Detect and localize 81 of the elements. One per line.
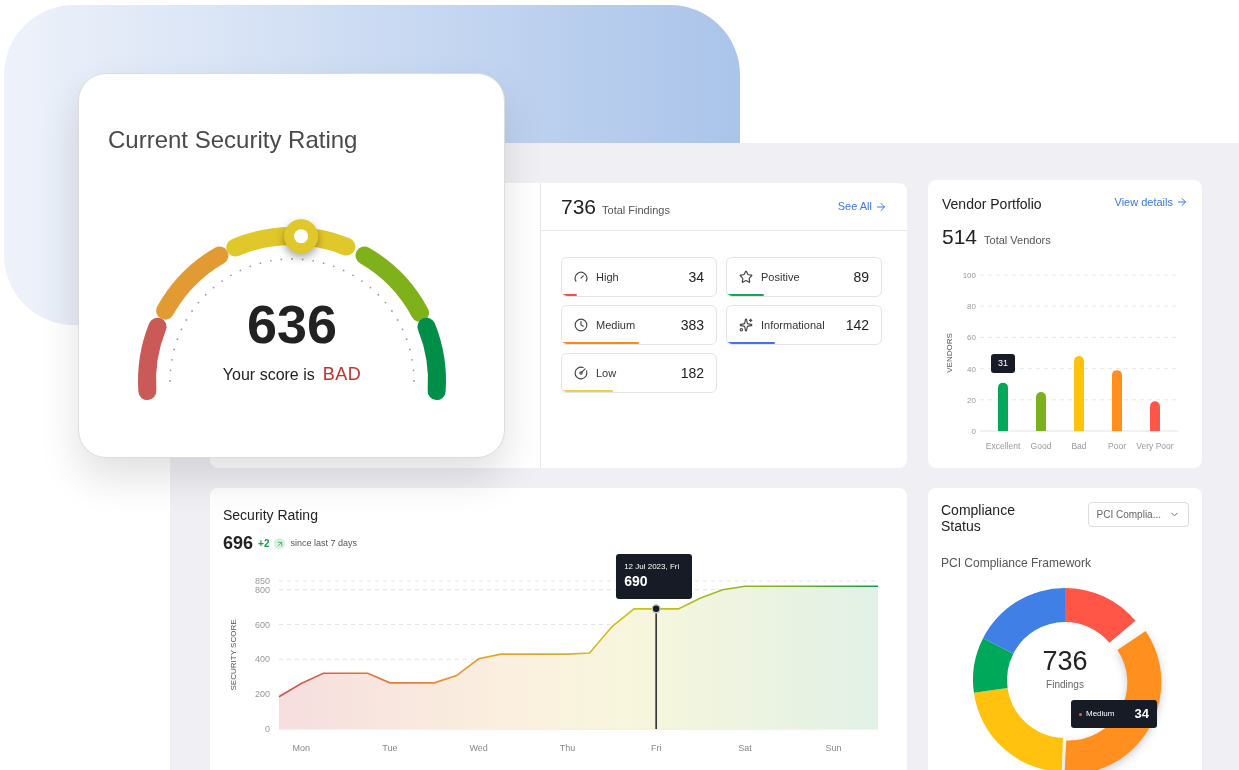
finding-count: 383 (680, 315, 704, 335)
finding-item[interactable]: Positive 89 (726, 257, 882, 297)
vendor-total: 514 (942, 224, 978, 250)
arrow-icon (875, 200, 887, 213)
finding-label: Medium (596, 317, 637, 333)
tooltip-label: Medium (1086, 708, 1116, 720)
findings-total: 736 (561, 193, 597, 220)
vendor-bar[interactable] (1112, 369, 1122, 431)
finding-label: Positive (761, 269, 801, 285)
sparkle-icon (739, 318, 753, 332)
finding-item[interactable]: High 34 (561, 257, 717, 297)
finding-count: 89 (853, 267, 869, 287)
axis-label: SECURITY SCORE (229, 619, 238, 691)
category-label: Very Poor (1136, 440, 1174, 451)
rating-score: 696 (223, 532, 254, 555)
axis-tick: 100 (962, 270, 976, 280)
finding-label: High (596, 269, 620, 285)
vendor-bar[interactable] (1074, 355, 1084, 431)
axis-tick: 20 (967, 395, 976, 405)
compliance-title: Compliance Status (941, 502, 1016, 534)
vendor-title: Vendor Portfolio (942, 195, 1042, 214)
axis-tick: Wed (469, 743, 488, 753)
axis-tick: Fri (650, 743, 662, 753)
gauge-knob[interactable] (284, 219, 319, 254)
gauge-icon (574, 270, 588, 284)
axis-tick: 0 (265, 724, 270, 734)
finding-item[interactable]: Low 182 (561, 353, 717, 393)
axis-tick: 850 (254, 576, 270, 586)
vendor-bar[interactable] (998, 382, 1008, 431)
axis-tick: 40 (967, 364, 976, 374)
dial-icon (574, 366, 588, 380)
see-all-link[interactable]: See All (837, 198, 887, 215)
star-icon (739, 270, 753, 284)
finding-label: Low (596, 365, 618, 381)
finding-count: 142 (845, 315, 869, 335)
vendor-bar[interactable] (1036, 391, 1046, 431)
axis-tick: Mon (292, 743, 310, 753)
donut-label: Findings (1046, 678, 1084, 692)
category-label: Good (1030, 440, 1052, 451)
compliance-subtitle: PCI Compliance Framework (940, 555, 1093, 572)
category-label: Excellent (985, 440, 1021, 451)
vendor-bar[interactable] (1150, 400, 1160, 431)
arrow-icon (1176, 196, 1188, 209)
axis-tick: 0 (971, 426, 976, 436)
vendor-total-label: Total Vendors (984, 233, 1051, 248)
findings-label: Total Findings (602, 202, 670, 218)
score-value: 636 (246, 297, 338, 351)
rating-delta: +2 (258, 537, 270, 551)
rating-since: since last 7 days (290, 536, 357, 550)
finding-label: Informational (761, 317, 826, 333)
axis-tick: 400 (254, 654, 270, 665)
rating-title: Current Security Rating (108, 125, 358, 155)
trend-up-icon (274, 538, 286, 549)
hover-point[interactable] (651, 604, 661, 614)
security-rating-title: Security Rating (222, 506, 319, 525)
axis-tick: Thu (559, 743, 576, 753)
tooltip-value: 690 (624, 572, 649, 591)
axis-tick: Sat (738, 743, 752, 753)
axis-tick: 200 (254, 689, 270, 700)
bar-tooltip: 31 (991, 354, 1015, 374)
axis-tick: 800 (254, 584, 270, 595)
axis-label: VENDORS (945, 332, 954, 373)
finding-count: 34 (688, 267, 704, 287)
axis-tick: 600 (254, 619, 270, 630)
donut-total: 736 (1042, 648, 1088, 675)
framework-dropdown[interactable]: PCI Complia... (1087, 502, 1189, 527)
clock-icon (574, 318, 588, 332)
score-verdict: BAD (322, 363, 362, 386)
score-caption: Your score is (222, 365, 315, 385)
tooltip-value: 34 (1134, 705, 1149, 724)
tooltip-date: 12 Jul 2023, Fri (624, 560, 681, 573)
axis-tick: Sun (825, 743, 842, 753)
category-label: Poor (1108, 440, 1126, 451)
axis-tick: Tue (382, 743, 398, 753)
axis-tick: 60 (967, 332, 976, 342)
category-label: Bad (1071, 440, 1087, 451)
finding-item[interactable]: Informational 142 (726, 305, 882, 345)
finding-count: 182 (680, 363, 704, 383)
view-details-link[interactable]: View details (1114, 194, 1188, 211)
finding-item[interactable]: Medium 383 (561, 305, 717, 345)
axis-tick: 80 (967, 301, 976, 311)
